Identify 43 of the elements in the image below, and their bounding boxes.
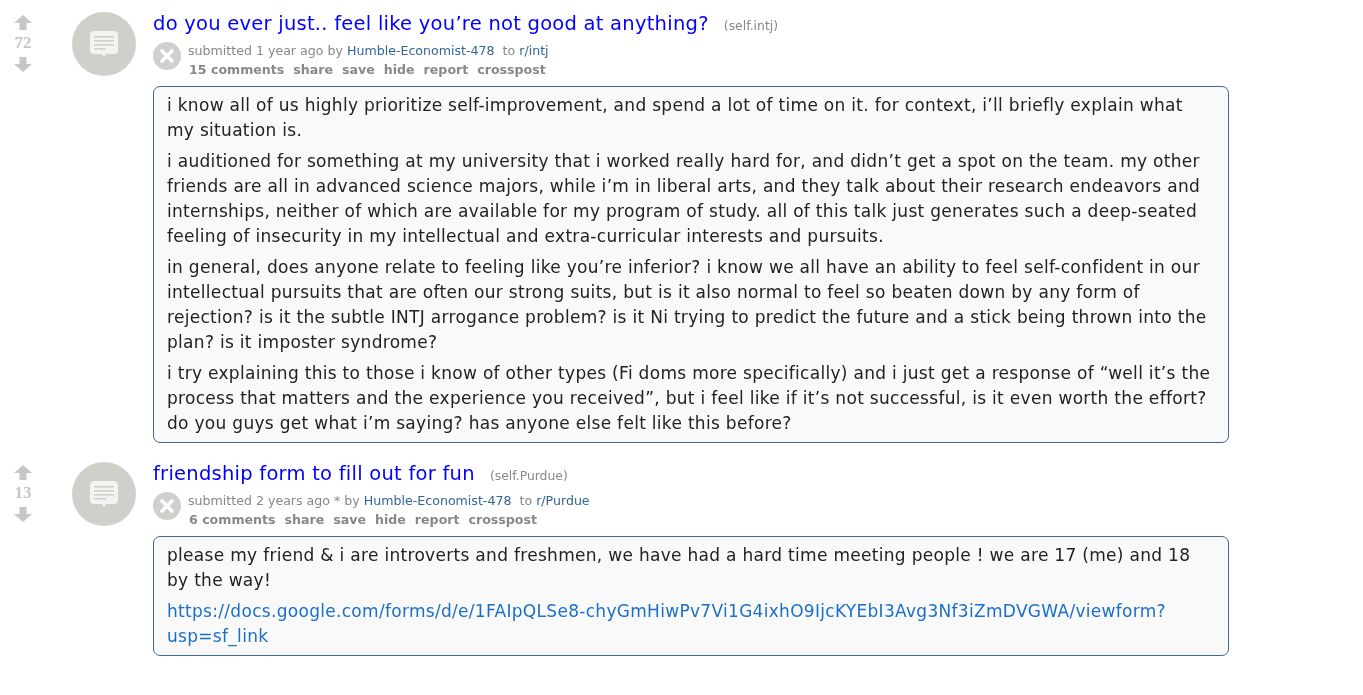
post-action-link[interactable]: hide	[375, 512, 406, 527]
body-link[interactable]: https://docs.google.com/forms/d/e/1FAIpQLSe8-chyGmHiwPv7Vi1G4ixhO9IjcKYEbI3Avg3Nf3iZmDVGWA/viewform?usp=sf_link	[167, 599, 1215, 649]
post-action-link[interactable]: report	[423, 62, 469, 77]
score: 72	[14, 32, 32, 54]
post-title[interactable]: friendship form to fill out for fun	[153, 462, 475, 485]
subreddit-link[interactable]: r/intj	[519, 43, 549, 58]
post-action-link[interactable]: crosspost	[477, 62, 546, 77]
body-paragraph: i auditioned for something at my university that i worked really hard for, and didn’t get a spot on the team. my other friends are all in advanced science majors, while i’m in liberal arts, and they talk about their research endeavors and internships, neither of which are available for my program of study. all of this talk just generates such a deep-seated feeling of insecurity in my intellectual and extra-curricular interests and pursuits.	[167, 150, 1202, 248]
body-paragraph: in general, does anyone relate to feeling like you’re inferior? i know we all have an ability to feel self-confident in our intellectual pursuits that are often our strong suits, but is it also normal to feel so beaten down by any form of rejection? is it the subtle INTJ arrogance problem? is it Ni trying to predict the future and a stick being thrown into the plan? is it imposter syndrome?	[167, 256, 1208, 354]
post-action-link[interactable]: report	[414, 512, 460, 527]
post-action-link[interactable]: crosspost	[468, 512, 538, 527]
to-label: to	[519, 493, 533, 508]
author-link[interactable]: Humble-Economist-478	[346, 43, 495, 58]
close-icon[interactable]	[153, 42, 181, 70]
post-action-link[interactable]: save	[333, 512, 366, 527]
submission-time: submitted 1 year ago	[188, 43, 324, 58]
post-domain-link[interactable]: (self.intj)	[723, 18, 778, 33]
text-post-thumbnail-icon[interactable]	[72, 462, 136, 526]
author-link[interactable]: Humble-Economist-478	[363, 493, 512, 508]
downvote-arrow-icon[interactable]	[14, 507, 32, 522]
upvote-arrow-icon[interactable]	[14, 15, 32, 30]
post-domain-link[interactable]: (self.Purdue)	[489, 468, 568, 483]
to-label: to	[502, 43, 516, 58]
by-label: by	[327, 43, 343, 58]
post-action-link[interactable]: hide	[383, 62, 415, 77]
by-label: by	[344, 493, 360, 508]
submission-time: submitted 2 years ago	[188, 493, 331, 508]
score: 13	[14, 482, 32, 504]
post-action-link[interactable]: share	[284, 512, 325, 527]
downvote-arrow-icon[interactable]	[14, 57, 32, 72]
body-paragraph: i try explaining this to those i know of other types (Fi doms more specifically) and i just get a response of “well it’s the process that matters and the experience you received”, but i feel like if it’s not successful, is it even worth the effort? do you guys get what i’m saying? has anyone else felt like this before?	[167, 362, 1212, 435]
body-paragraph: please my friend & i are introverts and freshmen, we have had a hard time meeting people ! we are 17 (me) and 18 by the way!	[167, 544, 1192, 592]
close-icon[interactable]	[153, 492, 181, 520]
post-action-link[interactable]: share	[293, 62, 333, 77]
edited-mark: *	[334, 493, 341, 508]
body-paragraph: i know all of us highly prioritize self-improvement, and spend a lot of time on it. for context, i’ll briefly explain what my situation is.	[167, 94, 1184, 142]
subreddit-link[interactable]: r/Purdue	[536, 493, 590, 508]
post-action-link[interactable]: 6 comments	[189, 512, 276, 527]
text-post-thumbnail-icon[interactable]	[72, 12, 136, 76]
post-action-link[interactable]: save	[342, 62, 375, 77]
post-title[interactable]: do you ever just.. feel like you’re not good at anything?	[153, 12, 709, 35]
post-action-link[interactable]: 15 comments	[189, 62, 285, 77]
upvote-arrow-icon[interactable]	[14, 465, 32, 480]
